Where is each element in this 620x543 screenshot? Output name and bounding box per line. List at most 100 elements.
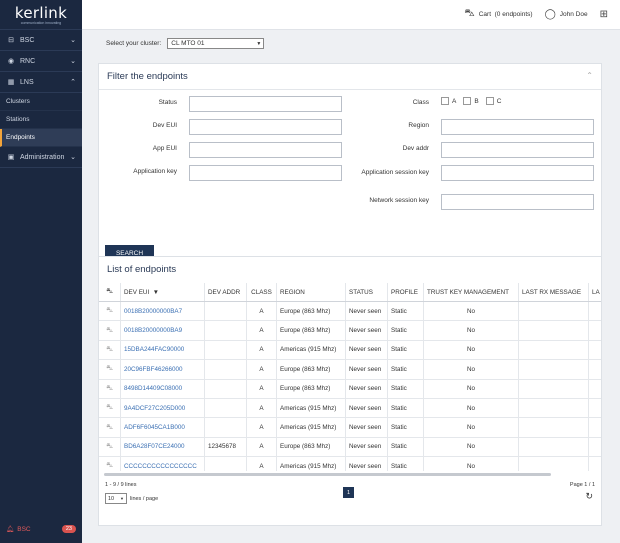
cell-last-rx xyxy=(519,321,589,340)
brand-logo[interactable]: kerlink communication innovating xyxy=(0,0,82,30)
add-to-cart-icon[interactable]: ⛍ xyxy=(99,418,121,437)
cell-dev-eui[interactable]: 0018B20000000BA7 xyxy=(121,302,205,321)
column-class[interactable]: CLASS xyxy=(247,283,277,301)
notification-badge: 23 xyxy=(61,525,76,533)
column-dev-eui[interactable]: DEV EUI ▼ xyxy=(121,283,205,301)
column-truncated[interactable]: LA xyxy=(589,283,601,301)
column-label: DEV EUI xyxy=(124,288,150,296)
class-b-checkbox[interactable] xyxy=(463,97,472,105)
table-row[interactable]: ⛍ CCCCCCCCCCCCCCCC A Americas (915 Mhz) Neve… xyxy=(99,457,601,471)
app-key-label: Application key xyxy=(133,168,177,175)
dev-eui-input[interactable] xyxy=(189,119,342,135)
cell-dev-eui[interactable]: CCCCCCCCCCCCCCCC xyxy=(121,457,205,471)
class-c-checkbox[interactable] xyxy=(485,97,494,105)
sidebar-item-bsc[interactable]: ⊟ BSC ⌄ xyxy=(0,30,82,51)
add-to-cart-icon[interactable]: ⛍ xyxy=(99,398,121,418)
app-key-input[interactable] xyxy=(189,165,342,181)
app-session-key-input[interactable] xyxy=(441,165,594,181)
cart-button[interactable]: ⛍ Cart (0 endpoints) xyxy=(464,8,532,21)
page-1-button[interactable]: 1 xyxy=(343,487,354,498)
column-trust-key[interactable]: TRUST KEY MANAGEMENT xyxy=(424,283,519,301)
add-to-cart-icon[interactable]: ⛍ xyxy=(99,321,121,340)
nwk-session-key-label: Network session key xyxy=(369,197,429,204)
lines-per-page-select[interactable]: 10 ▼ xyxy=(105,493,127,504)
cell-dev-eui[interactable]: ADF6F6045CA1B000 xyxy=(121,418,205,437)
cluster-select[interactable]: CL MTO 01 ▼ xyxy=(167,38,265,49)
cell-dev-addr: 12345678 xyxy=(205,437,247,457)
region-input[interactable] xyxy=(441,119,594,135)
column-profile[interactable]: PROFILE xyxy=(388,283,424,301)
cell-dev-eui[interactable]: BD6A28F07CE24000 xyxy=(121,437,205,457)
column-last-rx[interactable]: LAST RX MESSAGE xyxy=(519,283,589,301)
add-to-cart-icon[interactable]: ⛍ xyxy=(99,457,121,471)
table-header: ⛍ DEV EUI ▼ DEV ADDR CLASS REGION STATUS… xyxy=(99,283,601,302)
cell-dev-eui[interactable]: 15DBA244FAC90000 xyxy=(121,340,205,360)
chevron-down-icon: ▼ xyxy=(120,496,124,501)
chevron-up-icon[interactable]: ⌃ xyxy=(586,71,593,82)
cell-region: Europe (863 Mhz) xyxy=(277,437,346,457)
dev-eui-label: Dev EUI xyxy=(152,122,177,129)
add-to-cart-icon[interactable]: ⛍ xyxy=(99,340,121,360)
add-to-cart-icon[interactable]: ⛍ xyxy=(99,302,121,321)
table-row[interactable]: ⛍ ADF6F6045CA1B000 A Americas (915 Mhz) Neve… xyxy=(99,418,601,438)
sidebar-item-stations[interactable]: Stations xyxy=(0,111,82,129)
table-row[interactable]: ⛍ 15DBA244FAC90000 A Americas (915 Mhz) Neve… xyxy=(99,340,601,361)
cell-dev-eui[interactable]: 8498D14409C08000 xyxy=(121,379,205,398)
add-to-cart-icon[interactable]: ⛍ xyxy=(99,437,121,457)
cell-dev-eui[interactable]: 20C96FBF46266000 xyxy=(121,360,205,379)
cell-truncated xyxy=(589,321,601,339)
table-row[interactable]: ⛍ 8498D14409C08000 A Europe (863 Mhz) Never … xyxy=(99,379,601,399)
sidebar-item-endpoints[interactable]: Endpoints xyxy=(0,129,82,147)
cluster-label: Select your cluster: xyxy=(106,40,162,47)
cell-profile: Static xyxy=(388,321,424,340)
table-row[interactable]: ⛍ 0018B20000000BA9 A Europe (863 Mhz) Never … xyxy=(99,321,601,341)
filter-panel-header[interactable]: Filter the endpoints ⌃ xyxy=(99,64,601,90)
column-region[interactable]: REGION xyxy=(277,283,346,301)
sidebar-footer-bsc[interactable]: 🔔︎ BSC 23 xyxy=(0,521,82,537)
grid-icon: ⊞ xyxy=(599,9,608,20)
cell-profile: Static xyxy=(388,379,424,398)
app-eui-input[interactable] xyxy=(189,142,342,158)
status-label: Status xyxy=(158,99,177,106)
dev-addr-label: Dev addr xyxy=(402,145,429,152)
cell-class: A xyxy=(247,398,277,418)
cell-trust-key: No xyxy=(424,302,519,321)
cell-dev-eui[interactable]: 9A4DCF27C205D000 xyxy=(121,398,205,418)
refresh-icon[interactable]: ↻ xyxy=(585,491,593,502)
add-to-cart-all-icon[interactable]: ⛍ xyxy=(99,283,121,301)
endpoints-table: ⛍ DEV EUI ▼ DEV ADDR CLASS REGION STATUS… xyxy=(99,283,601,471)
cell-dev-addr xyxy=(205,360,247,379)
cell-region: Americas (915 Mhz) xyxy=(277,340,346,360)
sidebar-item-rnc[interactable]: ◉ RNC ⌄ xyxy=(0,51,82,72)
horizontal-scrollbar[interactable] xyxy=(104,473,551,476)
cell-dev-eui[interactable]: 0018B20000000BA9 xyxy=(121,321,205,340)
add-to-cart-icon[interactable]: ⛍ xyxy=(99,360,121,379)
class-b-label: B xyxy=(474,97,479,105)
topbar: ⛍ Cart (0 endpoints) ◯ John Doe ⊞ xyxy=(82,0,620,30)
sidebar-item-clusters[interactable]: Clusters xyxy=(0,93,82,111)
app-key-row: Application key xyxy=(109,165,342,181)
table-body: ⛍ 0018B20000000BA7 A Europe (863 Mhz) Never … xyxy=(99,302,601,471)
sidebar-item-administration[interactable]: ▣ Administration ⌄ xyxy=(0,147,82,168)
table-row[interactable]: ⛍ 20C96FBF46266000 A Europe (863 Mhz) Never … xyxy=(99,360,601,380)
user-menu[interactable]: ◯ John Doe xyxy=(545,9,588,20)
table-row[interactable]: ⛍ 0018B20000000BA7 A Europe (863 Mhz) Never … xyxy=(99,302,601,322)
cell-truncated xyxy=(589,302,601,320)
add-to-cart-icon[interactable]: ⛍ xyxy=(99,379,121,398)
column-dev-addr[interactable]: DEV ADDR xyxy=(205,283,247,301)
sidebar-item-label: Administration xyxy=(20,153,65,161)
cart-icon: ⛍ xyxy=(464,8,475,19)
dev-addr-input[interactable] xyxy=(441,142,594,158)
layout-toggle-button[interactable]: ⊞ xyxy=(600,9,612,20)
brand-name: kerlink xyxy=(14,4,68,22)
cell-last-rx xyxy=(519,379,589,398)
column-status[interactable]: STATUS xyxy=(346,283,388,301)
nwk-session-key-input[interactable] xyxy=(441,194,594,210)
class-a-checkbox[interactable] xyxy=(441,97,449,105)
cell-trust-key: No xyxy=(424,398,519,418)
table-row[interactable]: ⛍ 9A4DCF27C205D000 A Americas (915 Mhz) Neve… xyxy=(99,398,601,419)
sidebar-item-lns[interactable]: ▦ LNS ⌃ xyxy=(0,72,82,93)
cell-class: A xyxy=(247,302,277,321)
table-row[interactable]: ⛍ BD6A28F07CE24000 12345678 A Europe (863 Mh… xyxy=(99,437,601,458)
status-input[interactable] xyxy=(189,96,342,112)
